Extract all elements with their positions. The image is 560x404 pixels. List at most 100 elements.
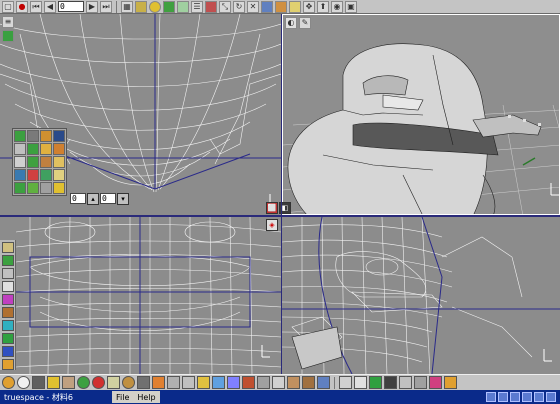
nav-down-icon[interactable]: ▾ <box>117 193 129 205</box>
tray-icon-5[interactable] <box>534 392 544 402</box>
light-icon[interactable] <box>53 182 65 194</box>
grid-view-icon[interactable] <box>369 376 382 389</box>
smooth-icon[interactable] <box>212 376 225 389</box>
fit-view-icon[interactable] <box>444 376 457 389</box>
material-icon[interactable] <box>205 0 217 13</box>
wood-icon[interactable] <box>302 376 315 389</box>
torus-icon[interactable] <box>14 143 26 155</box>
paint-tool-icon[interactable] <box>1 307 14 318</box>
nav-field-b[interactable]: 0 <box>100 193 116 204</box>
face-icon[interactable] <box>287 376 300 389</box>
polygon-icon[interactable] <box>40 169 52 181</box>
brick-icon[interactable] <box>242 376 255 389</box>
nav-up-icon[interactable]: ▴ <box>87 193 99 205</box>
texture-tool-icon[interactable] <box>1 320 14 331</box>
render-tool-icon[interactable] <box>1 359 14 370</box>
tube-icon[interactable] <box>40 156 52 168</box>
object-info-icon[interactable] <box>339 376 352 389</box>
text-icon[interactable] <box>14 156 26 168</box>
viewport-menu-icon[interactable]: ≡ <box>2 16 14 28</box>
record-icon[interactable]: ● <box>16 0 28 13</box>
torus-icon[interactable] <box>163 0 175 13</box>
list-icon[interactable]: ☰ <box>191 0 203 13</box>
new-scene-icon[interactable]: ▢ <box>2 0 14 13</box>
lathe-icon[interactable] <box>14 169 26 181</box>
viewport-side[interactable] <box>282 217 560 374</box>
viewport-settings-icon[interactable]: ✎ <box>299 17 311 29</box>
paint-icon[interactable] <box>47 376 60 389</box>
tray-icon-2[interactable] <box>498 392 508 402</box>
viewport-top[interactable] <box>0 217 281 374</box>
viewport-close-icon[interactable] <box>2 30 14 42</box>
bump-icon[interactable] <box>167 376 180 389</box>
menu-file[interactable]: File <box>116 393 129 402</box>
window-icon[interactable]: ▣ <box>345 0 357 13</box>
menu-help[interactable]: Help <box>137 393 155 402</box>
ring-icon[interactable] <box>53 156 65 168</box>
cone-icon[interactable] <box>40 130 52 142</box>
plane-icon[interactable] <box>27 143 39 155</box>
light-tool-icon[interactable] <box>1 294 14 305</box>
sweep-icon[interactable] <box>27 169 39 181</box>
boolean-icon[interactable] <box>40 182 52 194</box>
render-icon[interactable] <box>275 0 287 13</box>
step-back-icon[interactable]: ◀ <box>44 0 56 13</box>
extrude-icon[interactable] <box>27 182 39 194</box>
wire-icon[interactable] <box>182 376 195 389</box>
color-wheel-icon[interactable] <box>429 376 442 389</box>
grid-tool-icon[interactable] <box>1 333 14 344</box>
paint-icon[interactable] <box>261 0 273 13</box>
sphere-object-icon[interactable] <box>149 0 161 13</box>
material-ball-icon[interactable] <box>122 376 135 389</box>
tray-icon-1[interactable] <box>486 392 496 402</box>
deform-icon[interactable] <box>177 0 189 13</box>
object-icon[interactable] <box>135 0 147 13</box>
frame-input[interactable]: 0 <box>58 1 84 12</box>
list-tool-icon[interactable] <box>1 346 14 357</box>
marble-icon[interactable] <box>272 376 285 389</box>
scale-tool-icon[interactable] <box>1 268 14 279</box>
red-sphere-icon[interactable] <box>92 376 105 389</box>
light-icon[interactable] <box>62 376 75 389</box>
scale-icon[interactable]: ⤡ <box>219 0 231 13</box>
disc-icon[interactable] <box>53 143 65 155</box>
gradient-icon[interactable] <box>107 376 120 389</box>
pyramid-icon[interactable] <box>40 143 52 155</box>
render-scene-icon[interactable] <box>354 376 367 389</box>
cross-icon[interactable]: ✕ <box>247 0 259 13</box>
keyframe-grid-icon[interactable]: ▦ <box>121 0 133 13</box>
sphere-icon[interactable] <box>53 130 65 142</box>
checker-icon[interactable] <box>227 376 240 389</box>
tray-icon-3[interactable] <box>510 392 520 402</box>
camera-tool-icon[interactable] <box>1 281 14 292</box>
cube-icon[interactable] <box>14 130 26 142</box>
rewind-icon[interactable]: ⏮ <box>30 0 42 13</box>
rotate-icon[interactable]: ↻ <box>233 0 245 13</box>
texture-icon[interactable] <box>152 376 165 389</box>
up-arrow-icon[interactable]: ⬆ <box>317 0 329 13</box>
play-icon[interactable]: ▶ <box>86 0 98 13</box>
fast-forward-icon[interactable]: ⏭ <box>100 0 112 13</box>
rotate-tool-icon[interactable] <box>1 255 14 266</box>
eye-icon[interactable]: ◉ <box>331 0 343 13</box>
sphere-icon[interactable] <box>2 376 15 389</box>
spiral-icon[interactable] <box>27 156 39 168</box>
white-sphere-icon[interactable] <box>17 376 30 389</box>
scene-icon[interactable] <box>289 0 301 13</box>
shine-icon[interactable] <box>197 376 210 389</box>
camera-icon[interactable] <box>32 376 45 389</box>
bend-icon[interactable] <box>14 182 26 194</box>
move-tool-icon[interactable] <box>1 242 14 253</box>
tray-icon-4[interactable] <box>522 392 532 402</box>
tools-icon[interactable] <box>137 376 150 389</box>
tray-icon-6[interactable] <box>546 392 556 402</box>
view-pin-icon[interactable]: ◈ <box>266 219 278 231</box>
color-sphere-icon[interactable] <box>77 376 90 389</box>
sky-icon[interactable] <box>317 376 330 389</box>
move-icon[interactable]: ✥ <box>303 0 315 13</box>
nav-field-a[interactable]: 0 <box>70 193 86 204</box>
maximize-view-icon[interactable]: ⬜ <box>266 202 278 214</box>
rock-icon[interactable] <box>257 376 270 389</box>
zoom-icon[interactable] <box>414 376 427 389</box>
cylinder-icon[interactable] <box>27 130 39 142</box>
